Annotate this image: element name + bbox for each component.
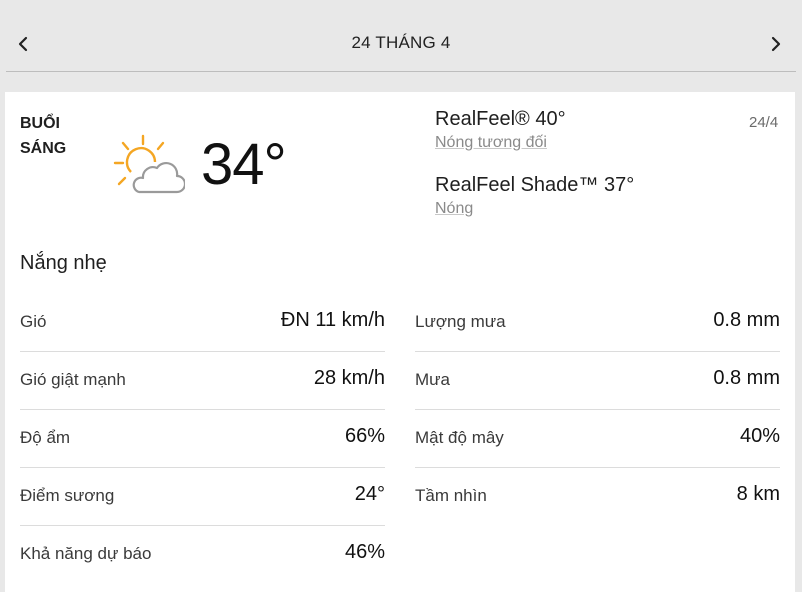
weather-phrase: Nắng nhẹ xyxy=(20,252,107,274)
short-date: 24/4 xyxy=(749,114,779,131)
period-line-2: SÁNG xyxy=(20,140,67,157)
detail-row-precipitation: Lượng mưa 0.8 mm xyxy=(415,294,780,352)
detail-label: Điểm sương xyxy=(20,486,115,505)
detail-label: Tầm nhìn xyxy=(415,486,487,505)
period-line-1: BUỔI xyxy=(20,115,60,132)
detail-row-rain: Mưa 0.8 mm xyxy=(415,352,780,410)
date-title: 24 THÁNG 4 xyxy=(351,33,451,52)
chevron-right-icon[interactable] xyxy=(764,30,788,58)
detail-value: 0.8 mm xyxy=(713,367,780,389)
realfeel-value: RealFeel® 40° xyxy=(435,108,566,130)
partly-sunny-icon xyxy=(113,134,185,194)
detail-label: Lượng mưa xyxy=(415,312,506,331)
realfeel-shade-block: RealFeel Shade™ 37° Nóng xyxy=(435,172,634,220)
temperature: 34° xyxy=(201,132,287,197)
realfeel-shade-value: RealFeel Shade™ 37° xyxy=(435,174,635,196)
detail-value: ĐN 11 km/h xyxy=(280,309,385,331)
details-left-column: Gió ĐN 11 km/h Gió giật mạnh 28 km/h Độ … xyxy=(20,294,385,583)
detail-row-probability: Khả năng dự báo 46% xyxy=(20,526,385,583)
detail-value: 40% xyxy=(739,425,780,447)
realfeel-description[interactable]: Nóng tương đối xyxy=(435,132,566,154)
detail-label: Mưa xyxy=(415,370,450,389)
detail-label: Khả năng dự báo xyxy=(20,544,152,563)
detail-row-visibility: Tầm nhìn 8 km xyxy=(415,468,780,525)
details-right-column: Lượng mưa 0.8 mm Mưa 0.8 mm Mật độ mây 4… xyxy=(415,294,780,525)
detail-label: Mật độ mây xyxy=(415,428,504,447)
detail-row-wind-gust: Gió giật mạnh 28 km/h xyxy=(20,352,385,410)
detail-label: Gió giật mạnh xyxy=(20,370,126,389)
detail-value: 66% xyxy=(344,425,385,447)
date-navigation: 24 THÁNG 4 xyxy=(0,0,802,72)
detail-value: 8 km xyxy=(736,483,780,505)
period-label: BUỔI SÁNG xyxy=(20,111,66,161)
realfeel-block: RealFeel® 40° Nóng tương đối xyxy=(435,106,566,154)
detail-row-humidity: Độ ẩm 66% xyxy=(20,410,385,468)
forecast-card: BUỔI SÁNG 34° RealFeel® 40° Nóng tương đ… xyxy=(5,92,795,592)
nav-divider xyxy=(6,71,796,72)
detail-value: 46% xyxy=(344,541,385,563)
realfeel-shade-description[interactable]: Nóng xyxy=(435,198,634,220)
detail-value: 0.8 mm xyxy=(713,309,780,331)
detail-value: 24° xyxy=(354,483,385,505)
detail-label: Gió xyxy=(20,312,47,331)
detail-label: Độ ẩm xyxy=(20,428,71,447)
detail-value: 28 km/h xyxy=(313,367,385,389)
detail-row-wind: Gió ĐN 11 km/h xyxy=(20,294,385,352)
detail-row-cloud-cover: Mật độ mây 40% xyxy=(415,410,780,468)
detail-row-dew-point: Điểm sương 24° xyxy=(20,468,385,526)
